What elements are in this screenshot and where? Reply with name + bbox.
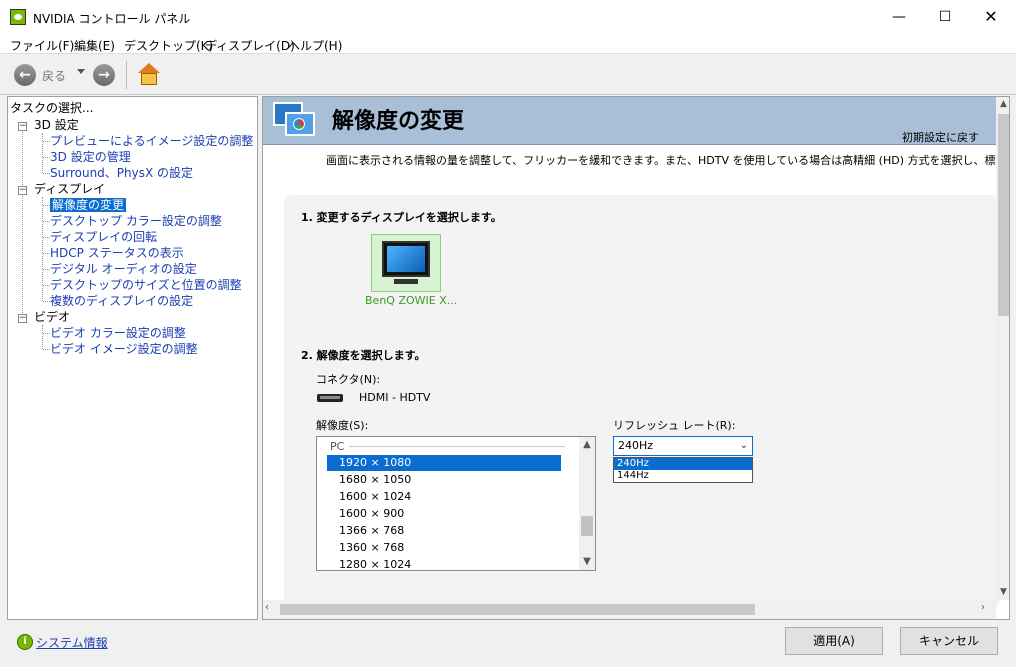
content-horizontal-scrollbar[interactable]: ‹ › — [263, 600, 996, 619]
task-panel: タスクの選択... − 3D 設定 プレビューによるイメージ設定の調整 3D 設… — [7, 96, 258, 620]
toolbar: ← 戻る → — [0, 55, 1016, 95]
apply-button[interactable]: 適用(A) — [785, 627, 883, 655]
task-panel-title: タスクの選択... — [10, 101, 94, 115]
page-title: 解像度の変更 — [332, 109, 465, 134]
resolution-list-scrollbar[interactable]: ▲ ▼ — [579, 437, 595, 570]
step1-heading: 1. 変更するディスプレイを選択します。 — [301, 211, 502, 224]
chevron-down-icon[interactable]: ▼ — [579, 554, 595, 570]
resolution-item[interactable]: 1600 × 900 — [327, 506, 561, 522]
page-header: 解像度の変更 初期設定に戻す — [263, 97, 996, 145]
resolution-item[interactable]: 1680 × 1050 — [327, 472, 561, 488]
chevron-down-icon[interactable]: ▼ — [996, 585, 1009, 600]
refresh-rate-label: リフレッシュ レート(R): — [613, 419, 736, 432]
chevron-up-icon[interactable]: ▲ — [996, 97, 1009, 112]
window-title: NVIDIA コントロール パネル — [33, 12, 191, 26]
back-arrow-icon[interactable]: ← — [14, 64, 36, 86]
tree-item-multiple-displays[interactable]: 複数のディスプレイの設定 — [50, 293, 193, 309]
menu-bar: ファイル(F) 編集(E) デスクトップ(K) ディスプレイ(D) ヘルプ(H) — [0, 34, 1016, 54]
chevron-right-icon[interactable]: › — [981, 602, 985, 613]
refresh-option[interactable]: 240Hz — [614, 458, 752, 470]
history-dropdown-icon[interactable] — [77, 69, 85, 74]
resolution-scroll-thumb[interactable] — [581, 516, 593, 536]
chevron-up-icon[interactable]: ▲ — [579, 437, 595, 453]
tree-item-video-image[interactable]: ビデオ イメージ設定の調整 — [50, 341, 198, 357]
tree-item-change-resolution[interactable]: 解像度の変更 — [50, 197, 127, 213]
system-info-icon[interactable]: i — [17, 634, 33, 650]
home-icon[interactable] — [137, 63, 161, 87]
resolution-list[interactable]: PC 1920 × 1080 1680 × 1050 1600 × 1024 1… — [316, 436, 596, 571]
monitor-icon[interactable] — [371, 234, 441, 292]
connector-label: コネクタ(N): — [316, 373, 381, 386]
back-label[interactable]: 戻る — [42, 67, 66, 84]
tree-item-video-color[interactable]: ビデオ カラー設定の調整 — [50, 325, 186, 341]
expand-3d-icon[interactable]: − — [18, 122, 27, 131]
resolution-item[interactable]: 1360 × 768 — [327, 540, 561, 556]
hdmi-connector-icon — [317, 394, 343, 402]
content-panel: 解像度の変更 初期設定に戻す 画面に表示される情報の量を調整して、フリッカーを緩… — [262, 96, 1010, 620]
tree-item-rotate-display[interactable]: ディスプレイの回転 — [50, 229, 157, 245]
tree-item-preview-image-settings[interactable]: プレビューによるイメージ設定の調整 — [50, 133, 253, 149]
menu-file[interactable]: ファイル(F) — [10, 37, 74, 54]
step2-heading: 2. 解像度を選択します。 — [301, 349, 426, 362]
resolution-item[interactable]: 1366 × 768 — [327, 523, 561, 539]
nvidia-app-icon — [10, 9, 26, 25]
chevron-left-icon[interactable]: ‹ — [265, 602, 269, 613]
tree-item-hdcp-status[interactable]: HDCP ステータスの表示 — [50, 245, 184, 261]
refresh-rate-select[interactable]: 240Hz ⌄ — [613, 436, 753, 456]
minimize-button[interactable]: — — [876, 0, 922, 34]
tree-item-manage-3d-settings[interactable]: 3D 設定の管理 — [50, 149, 131, 165]
page-description: 画面に表示される情報の量を調整して、フリッカーを緩和できます。また、HDTV を… — [326, 154, 1010, 167]
horizontal-scroll-thumb[interactable] — [280, 604, 755, 615]
tree-category-video[interactable]: ビデオ — [34, 309, 70, 325]
vertical-scroll-thumb[interactable] — [998, 114, 1009, 316]
expand-display-icon[interactable]: − — [18, 186, 27, 195]
menu-help[interactable]: ヘルプ(H) — [288, 37, 342, 54]
system-info-link[interactable]: システム情報 — [36, 634, 108, 651]
menu-desktop[interactable]: デスクトップ(K) — [124, 37, 213, 54]
tree-item-digital-audio[interactable]: デジタル オーディオの設定 — [50, 261, 197, 277]
connector-value: HDMI - HDTV — [359, 391, 431, 404]
title-bar: NVIDIA コントロール パネル — ☐ ✕ — [0, 0, 1016, 34]
menu-edit[interactable]: 編集(E) — [74, 37, 115, 54]
display-name[interactable]: BenQ ZOWIE X... — [365, 294, 457, 307]
expand-video-icon[interactable]: − — [18, 314, 27, 323]
resolution-label: 解像度(S): — [316, 419, 369, 432]
refresh-option[interactable]: 144Hz — [614, 470, 752, 482]
tree-category-3d[interactable]: 3D 設定 — [34, 117, 79, 133]
chevron-down-icon[interactable]: ⌄ — [740, 437, 748, 455]
resolution-item[interactable]: 1600 × 1024 — [327, 489, 561, 505]
display-resolution-icon — [273, 102, 317, 140]
close-button[interactable]: ✕ — [968, 0, 1014, 34]
menu-display[interactable]: ディスプレイ(D) — [205, 37, 295, 54]
restore-defaults-link[interactable]: 初期設定に戻す — [902, 129, 979, 145]
refresh-rate-dropdown[interactable]: 240Hz 144Hz — [613, 457, 753, 483]
refresh-rate-selected: 240Hz — [618, 439, 654, 452]
maximize-button[interactable]: ☐ — [922, 0, 968, 34]
resolution-item[interactable]: 1280 × 1024 — [327, 557, 561, 570]
tree-item-desktop-color[interactable]: デスクトップ カラー設定の調整 — [50, 213, 222, 229]
resolution-group-header: PC — [330, 440, 345, 453]
resolution-item[interactable]: 1920 × 1080 — [327, 455, 561, 471]
toolbar-separator — [126, 61, 127, 89]
tree-item-surround-physx[interactable]: Surround、PhysX の設定 — [50, 165, 193, 181]
tree-item-selected-label[interactable]: 解像度の変更 — [50, 198, 127, 212]
footer-bar: i システム情報 適用(A) キャンセル — [0, 621, 1016, 667]
cancel-button[interactable]: キャンセル — [900, 627, 998, 655]
tree-category-display[interactable]: ディスプレイ — [34, 181, 105, 197]
tree-item-desktop-size-position[interactable]: デスクトップのサイズと位置の調整 — [50, 277, 242, 293]
forward-arrow-icon[interactable]: → — [93, 64, 115, 86]
settings-box: 1. 変更するディスプレイを選択します。 BenQ ZOWIE X... 2. … — [284, 195, 999, 610]
content-vertical-scrollbar[interactable]: ▲ ▼ — [996, 97, 1009, 600]
